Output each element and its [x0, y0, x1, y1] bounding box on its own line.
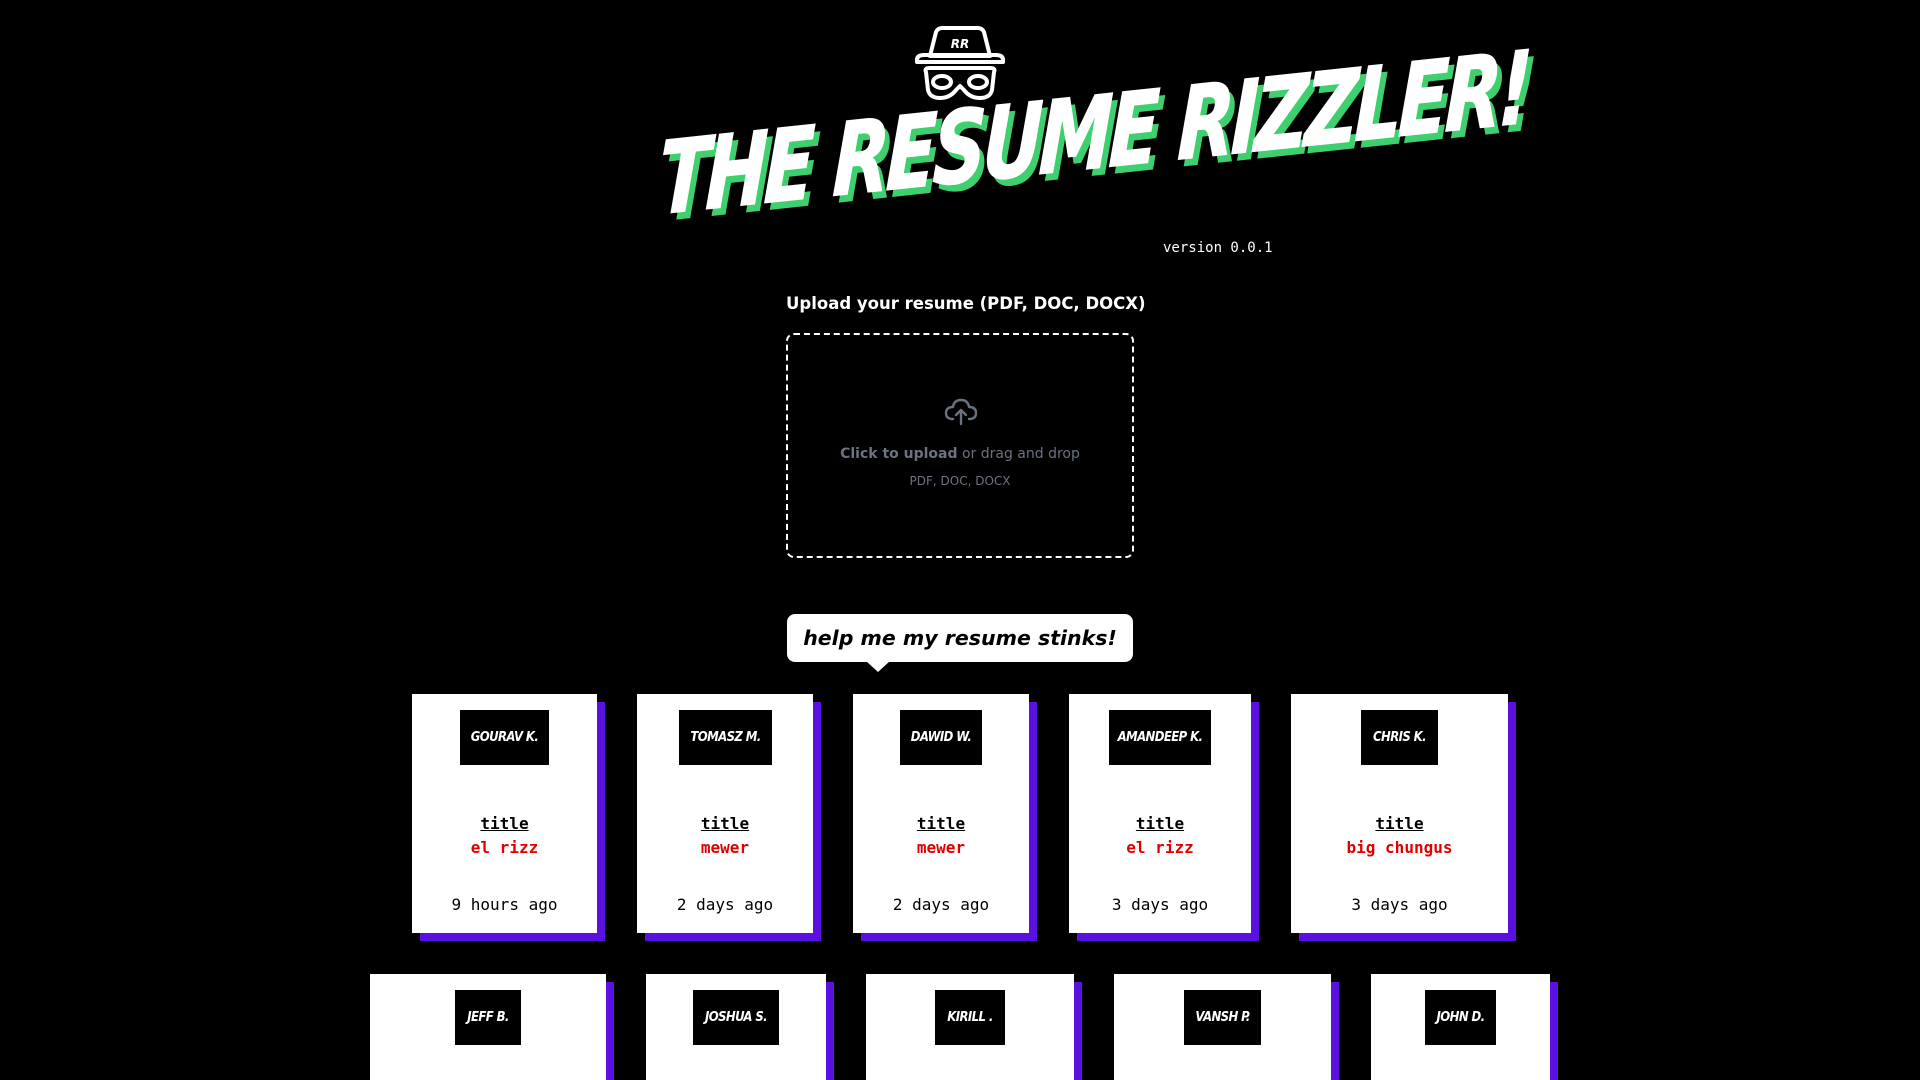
card-name-badge: DAWID W.	[900, 710, 982, 765]
card-rank: mewer	[700, 838, 750, 857]
card-title-label: title	[1135, 814, 1185, 833]
card-title-label: title	[1375, 814, 1424, 833]
resume-card[interactable]: JEFF B.	[370, 974, 606, 1080]
card-name-badge: GOURAV K.	[460, 710, 549, 765]
card-rank: big chungus	[1346, 838, 1453, 857]
card-timestamp: 3 days ago	[1111, 895, 1209, 914]
card-name-badge: TOMASZ M.	[679, 710, 772, 765]
card-name-badge: VANSH P.	[1184, 990, 1261, 1045]
title-text: THE RESUME RIZZLER!	[657, 29, 1531, 238]
resume-card[interactable]: TOMASZ M. title mewer 2 days ago	[637, 694, 813, 933]
card-name-badge: CHRIS K.	[1361, 710, 1438, 765]
card-title-label: title	[916, 814, 966, 833]
resume-card[interactable]: CHRIS K. title big chungus 3 days ago	[1291, 694, 1508, 933]
card-title-label: title	[700, 814, 750, 833]
version-label: version 0.0.1	[1163, 240, 1273, 256]
resume-card[interactable]: VANSH P.	[1114, 974, 1331, 1080]
resume-card[interactable]: DAWID W. title mewer 2 days ago	[853, 694, 1029, 933]
card-timestamp: 3 days ago	[1351, 895, 1448, 914]
resume-card[interactable]: GOURAV K. title el rizz 9 hours ago	[412, 694, 597, 933]
card-name-badge: AMANDEEP K.	[1109, 710, 1211, 765]
resume-card[interactable]: JOSHUA S.	[646, 974, 826, 1080]
logo-initials: RR	[951, 37, 969, 51]
drag-drop-text: or drag and drop	[957, 446, 1080, 462]
card-name-badge: KIRILL .	[935, 990, 1005, 1045]
card-rank: el rizz	[470, 838, 539, 857]
card-name-badge: JEFF B.	[455, 990, 521, 1045]
resume-card[interactable]: AMANDEEP K. title el rizz 3 days ago	[1069, 694, 1251, 933]
dropzone-instructions: Click to upload or drag and drop	[788, 446, 1132, 462]
speech-bubble-tail	[866, 661, 890, 672]
card-title-label: title	[480, 814, 529, 833]
upload-label: Upload your resume (PDF, DOC, DOCX)	[786, 294, 1146, 313]
app-title: THE RESUME RIZZLER! THE RESUME RIZZLER!	[650, 29, 1536, 245]
cloud-upload-icon	[944, 397, 978, 427]
speech-bubble: help me my resume stinks!	[787, 614, 1133, 662]
upload-dropzone[interactable]: Click to upload or drag and drop PDF, DO…	[786, 333, 1134, 558]
resume-card[interactable]: JOHN D.	[1371, 974, 1550, 1080]
card-name-badge: JOHN D.	[1425, 990, 1496, 1045]
card-rank: mewer	[916, 838, 966, 857]
card-timestamp: 9 hours ago	[451, 895, 558, 914]
page: RR THE RESUME RIZZLER! THE RESUME RIZZLE…	[0, 0, 1920, 1080]
card-rank: el rizz	[1126, 838, 1194, 857]
card-timestamp: 2 days ago	[892, 895, 990, 914]
resume-card[interactable]: KIRILL .	[866, 974, 1074, 1080]
card-name-badge: JOSHUA S.	[693, 990, 779, 1045]
card-timestamp: 2 days ago	[676, 895, 774, 914]
accepted-formats: PDF, DOC, DOCX	[909, 474, 1011, 488]
click-to-upload-link[interactable]: Click to upload	[840, 446, 957, 462]
